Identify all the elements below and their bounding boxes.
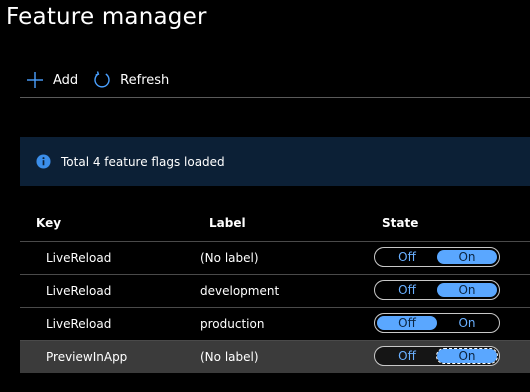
info-banner-text: Total 4 feature flags loaded [61, 154, 225, 169]
column-header-state[interactable]: State [382, 216, 418, 230]
toggle-on-option[interactable]: On [436, 283, 498, 297]
toggle-on-option[interactable]: On [436, 250, 498, 264]
table-row[interactable]: LiveReload (No label) Off On [20, 241, 530, 274]
add-button-label: Add [53, 72, 79, 88]
page-title: Feature manager [6, 4, 207, 30]
toggle-on-option[interactable]: On [436, 316, 498, 330]
column-header-key[interactable]: Key [36, 216, 61, 230]
refresh-button-label: Refresh [120, 72, 170, 88]
state-toggle[interactable]: Off On [374, 280, 500, 300]
info-banner: Total 4 feature flags loaded [20, 137, 530, 186]
row-label: (No label) [200, 350, 259, 364]
row-key: LiveReload [46, 284, 112, 298]
row-label: (No label) [200, 251, 259, 265]
toolbar: Add Refresh [20, 68, 169, 92]
refresh-button[interactable]: Refresh [92, 70, 169, 90]
info-icon [36, 154, 51, 169]
table-header: Key Label State [20, 208, 530, 241]
state-toggle[interactable]: Off On [374, 346, 500, 366]
toggle-off-option[interactable]: Off [376, 250, 438, 264]
row-label: production [200, 317, 265, 331]
state-toggle[interactable]: Off On [374, 313, 500, 333]
row-key: LiveReload [46, 317, 112, 331]
table-row[interactable]: PreviewInApp (No label) Off On [20, 340, 530, 373]
state-toggle[interactable]: Off On [374, 247, 500, 267]
row-key: LiveReload [46, 251, 112, 265]
row-label: development [200, 284, 280, 298]
plus-icon [25, 70, 45, 90]
column-header-label[interactable]: Label [209, 216, 246, 230]
table-row[interactable]: LiveReload development Off On [20, 274, 530, 307]
toggle-off-option[interactable]: Off [376, 349, 438, 363]
toolbar-divider [20, 97, 530, 98]
refresh-icon [92, 70, 112, 90]
toggle-on-option[interactable]: On [436, 349, 498, 363]
toggle-off-option[interactable]: Off [376, 283, 438, 297]
toggle-off-option[interactable]: Off [376, 316, 438, 330]
add-button[interactable]: Add [25, 70, 78, 90]
table-row[interactable]: LiveReload production Off On [20, 307, 530, 340]
feature-manager-page: Feature manager Add Refresh Total 4 feat… [0, 0, 530, 392]
feature-flags-table: Key Label State LiveReload (No label) Of… [20, 208, 530, 373]
row-key: PreviewInApp [46, 350, 128, 364]
